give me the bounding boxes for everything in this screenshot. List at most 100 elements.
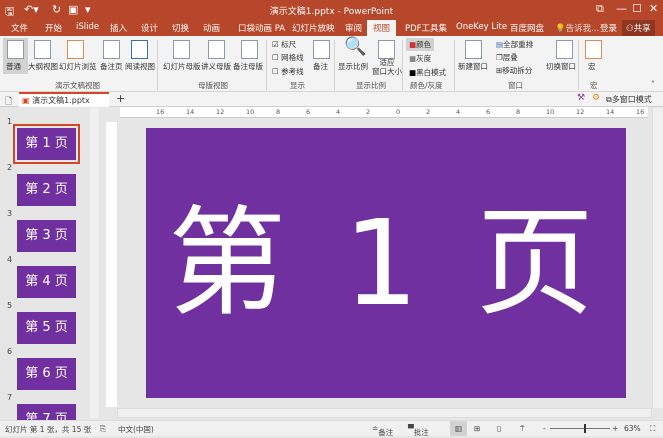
tab-islide[interactable]: iSlide <box>76 22 99 32</box>
slide-sorter-button[interactable]: 幻灯片浏览 <box>59 61 97 72</box>
notes-toggle[interactable]: ≐ 备注 <box>372 424 393 437</box>
reading-view-icon[interactable] <box>131 40 148 59</box>
notes-button[interactable]: 备注 <box>313 61 328 72</box>
notes-icon[interactable] <box>313 40 330 59</box>
move-split-button[interactable]: ⊞移动拆分 <box>496 65 532 76</box>
tab-slideshow[interactable]: 幻灯片放映 <box>292 22 335 34</box>
gridlines-checkbox[interactable]: ☐ 网格线 <box>272 52 304 63</box>
user-icon: ⚇ <box>626 24 634 34</box>
tab-onekey[interactable]: OneKey Lite <box>456 22 507 32</box>
notes-page-icon[interactable] <box>103 40 120 59</box>
tab-design[interactable]: 设计 <box>141 22 158 34</box>
language[interactable]: 中文(中国) <box>118 424 154 435</box>
fit-slide-icon[interactable]: ⛶ <box>650 424 655 434</box>
tab-review[interactable]: 审阅 <box>345 22 362 34</box>
slide-thumbnail[interactable]: 第 6 页 <box>17 358 76 390</box>
ribbon-display-icon[interactable]: ⧉ <box>596 2 604 16</box>
switch-windows-button[interactable]: 切换窗口 <box>546 61 576 72</box>
tab-animations[interactable]: 动画 <box>203 22 220 34</box>
ruler-label: 4 <box>456 108 461 116</box>
tab-view[interactable]: 视图 <box>367 20 397 36</box>
zoom-in-button[interactable]: + <box>612 424 618 433</box>
slide-canvas[interactable]: 第 1 页 <box>146 128 626 398</box>
horizontal-scrollbar[interactable] <box>117 408 652 418</box>
reading-view-status-icon[interactable]: ▯ <box>497 424 501 433</box>
collapse-ribbon-icon[interactable]: ˄ <box>651 80 655 89</box>
comments-toggle[interactable]: ▀ 批注 <box>408 424 429 437</box>
slide-master-button[interactable]: 幻灯片母版 <box>163 61 201 72</box>
share-button[interactable]: ⚇共享 <box>622 20 655 36</box>
settings-icon[interactable]: ⚙ <box>592 93 600 103</box>
login-link[interactable]: 登录 <box>600 22 617 34</box>
zoom-slider[interactable] <box>550 428 610 429</box>
close-button[interactable]: ✕ <box>649 2 658 15</box>
slide-thumbnail[interactable]: 第 5 页 <box>17 312 76 344</box>
arrange-all-button[interactable]: ▤全部重排 <box>496 39 533 50</box>
zoom-out-button[interactable]: - <box>543 424 546 433</box>
multi-window-button[interactable]: ⧉多窗口模式 <box>606 94 652 105</box>
slide-number: 3 <box>7 209 13 218</box>
slide-number: 6 <box>7 347 13 356</box>
ruler-label: 16 <box>156 108 165 116</box>
thumbnail-scrollbar[interactable] <box>90 108 99 418</box>
ruler-label: 2 <box>366 108 371 116</box>
guides-checkbox[interactable]: ☐ 参考线 <box>272 66 304 77</box>
new-tab-button[interactable]: + <box>116 92 125 105</box>
zoom-button[interactable]: 显示比例 <box>338 61 368 72</box>
tab-transitions[interactable]: 切换 <box>172 22 189 34</box>
status-bar: 幻灯片 第 1 张，共 15 张 ⎘ 中文(中国) ≐ 备注 ▀ 批注 ▥ ⊞ ▯ … <box>0 420 663 437</box>
notes-master-icon[interactable] <box>241 40 258 59</box>
slideshow-status-icon[interactable]: ⍑ <box>520 424 525 434</box>
vertical-scrollbar[interactable] <box>652 108 663 408</box>
black-white-button[interactable]: ■黑白模式 <box>409 67 446 78</box>
ruler-checkbox[interactable]: ☑ 标尺 <box>272 39 296 50</box>
divider <box>157 40 158 90</box>
tab-pocket-animation[interactable]: 口袋动画 PA <box>238 22 285 34</box>
slide-thumbnail[interactable]: 第 1 页 <box>13 124 80 164</box>
new-window-icon[interactable] <box>465 40 482 59</box>
tab-home[interactable]: 开始 <box>45 22 62 34</box>
switch-windows-icon[interactable] <box>556 40 573 59</box>
fit-to-window-button[interactable]: 适应 窗口大小 <box>372 58 402 76</box>
macros-icon[interactable] <box>585 40 602 59</box>
document-tab-name: 演示文稿1.pptx <box>32 96 90 105</box>
spellcheck-icon[interactable]: ⎘ <box>100 424 106 434</box>
slide-sorter-status-icon[interactable]: ⊞ <box>474 424 480 433</box>
slide-sorter-icon[interactable] <box>67 40 84 59</box>
macros-button[interactable]: 宏 <box>588 61 596 72</box>
fit-to-window-icon[interactable] <box>378 40 395 59</box>
notes-master-button[interactable]: 备注母版 <box>233 61 263 72</box>
new-window-button[interactable]: 新建窗口 <box>458 61 488 72</box>
zoom-slider-thumb[interactable] <box>583 424 586 433</box>
tab-file[interactable]: 文件 <box>11 22 28 34</box>
slide-master-icon[interactable] <box>173 40 190 59</box>
pin-icon[interactable]: ⚒ <box>577 93 585 103</box>
multi-window-label: 多窗口模式 <box>611 95 652 104</box>
minimize-button[interactable]: — <box>616 2 627 15</box>
slide-thumbnail[interactable]: 第 2 页 <box>17 174 76 206</box>
zoom-magnifier-icon[interactable]: 🔍 <box>344 36 366 57</box>
slide-thumbnail[interactable]: 第 4 页 <box>17 266 76 298</box>
normal-view-status-icon[interactable]: ▥ <box>450 421 468 436</box>
tab-pdf-tools[interactable]: PDF工具集 <box>405 22 447 34</box>
zoom-percent[interactable]: 63% <box>624 424 641 433</box>
ruler-label: 14 <box>186 108 195 116</box>
handout-master-icon[interactable] <box>208 40 225 59</box>
tab-insert[interactable]: 插入 <box>110 22 127 34</box>
maximize-button[interactable]: ☐ <box>632 2 642 15</box>
document-tab[interactable]: ▣ 演示文稿1.pptx <box>19 92 109 107</box>
tab-baidu[interactable]: 百度网盘 <box>510 22 544 34</box>
grayscale-button[interactable]: ■灰度 <box>409 53 431 64</box>
tell-me-input[interactable]: 💡告诉我... <box>555 22 599 34</box>
ruler-label: 12 <box>576 108 585 116</box>
outline-view-icon[interactable] <box>34 40 51 59</box>
reading-view-button[interactable]: 阅读视图 <box>125 61 155 72</box>
cascade-button[interactable]: ❐层叠 <box>496 52 518 63</box>
color-button[interactable]: ■颜色 <box>406 38 435 51</box>
handout-master-button[interactable]: 讲义母版 <box>201 61 231 72</box>
outline-view-button[interactable]: 大纲视图 <box>28 61 58 72</box>
share-label: 共享 <box>633 24 651 34</box>
slide-thumbnail[interactable]: 第 3 页 <box>17 220 76 252</box>
notes-page-button[interactable]: 备注页 <box>100 61 123 72</box>
slide-title-text[interactable]: 第 1 页 <box>168 194 604 332</box>
